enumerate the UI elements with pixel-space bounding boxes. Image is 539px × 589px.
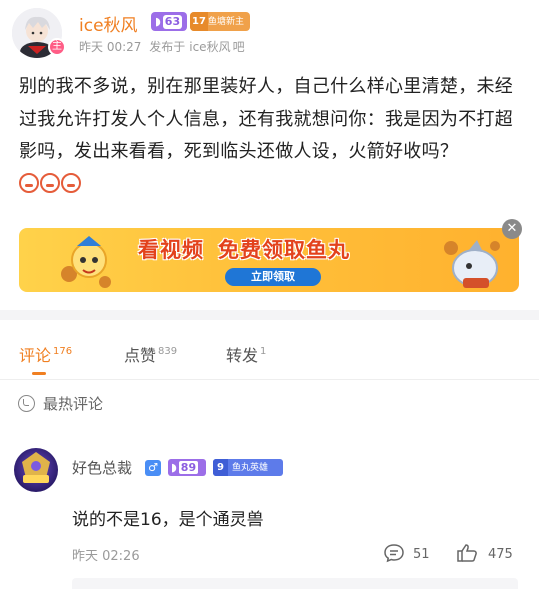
author-name[interactable]: ice秋风 [79, 11, 138, 36]
commenter-avatar-image [22, 452, 50, 483]
gender-male-icon: ♂ [145, 460, 161, 476]
banner-close-icon[interactable]: ✕ [502, 219, 522, 239]
post-header: 主 ice秋风 ◗ 63 17 鱼塘新主 昨天 00:27 发布于 ice秋风吧 [0, 0, 539, 62]
post-time: 昨天 00:27 [79, 40, 142, 54]
user-level: 63 [162, 15, 183, 29]
level-icon: ◗ [171, 461, 177, 474]
tab-count: 176 [53, 346, 73, 357]
tab-label: 转发 [226, 346, 259, 365]
emoji-icon [61, 172, 81, 193]
tabs-divider [0, 379, 539, 380]
tab-count: 839 [158, 346, 178, 357]
commenter-name[interactable]: 好色总裁 [72, 457, 132, 478]
fan-level: 17 [190, 12, 208, 31]
interaction-tabs: 评论 176 点赞 839 转发 1 [0, 330, 539, 380]
emoji-icon [40, 172, 60, 193]
tab-count: 1 [260, 346, 267, 357]
commenter-fan-badge[interactable]: 9 鱼丸英雄 [213, 459, 283, 476]
promo-banner[interactable]: 看视频 免费领取鱼丸 立即领取 [19, 228, 519, 292]
hot-icon [18, 395, 35, 412]
commenter-avatar[interactable] [14, 448, 58, 492]
emoji-group [19, 169, 82, 202]
banner-title-right: 免费领取鱼丸 [218, 238, 350, 262]
tab-label: 评论 [19, 346, 52, 365]
sub-replies-box[interactable] [72, 578, 518, 589]
post-content: 别的我不多说，别在那里装好人，自己什么样心里清楚，未经过我允许打发人个人信息，还… [19, 71, 524, 201]
tab-comments[interactable]: 评论 176 [19, 342, 72, 366]
user-level-badge: ◗ 63 [151, 12, 187, 31]
hot-comments-label: 最热评论 [43, 395, 104, 413]
active-tab-indicator [32, 372, 46, 375]
like-count: 475 [488, 547, 513, 562]
banner-title-left: 看视频 [138, 238, 204, 262]
commenter-level: 89 [178, 461, 199, 474]
posted-in-suffix: 吧 [232, 40, 245, 54]
tab-likes[interactable]: 点赞 839 [124, 342, 177, 366]
commenter-level-badge: ◗ 89 [168, 459, 206, 476]
comment-bubble-icon [384, 544, 404, 563]
fish-ball-mascot-icon [444, 240, 500, 288]
thumbs-up-icon [457, 544, 477, 562]
post-text: 别的我不多说，别在那里装好人，自己什么样心里清楚，未经过我允许打发人个人信息，还… [19, 76, 514, 162]
like-button[interactable]: 475 [456, 543, 513, 563]
banner-claim-button[interactable]: 立即领取 [225, 268, 321, 286]
posted-in-bar[interactable]: ice秋风 [189, 40, 230, 54]
mascot-icon [61, 236, 111, 288]
level-icon: ◗ [155, 15, 161, 28]
reply-count: 51 [413, 547, 430, 562]
commenter-fan-text: 鱼丸英雄 [232, 463, 269, 473]
fan-badge[interactable]: 17 鱼塘新主 [190, 12, 250, 31]
post-meta: 昨天 00:27 发布于 ice秋风吧 [79, 38, 249, 55]
posted-in-prefix: 发布于 [149, 40, 186, 54]
reply-button[interactable]: 51 [383, 543, 430, 563]
section-divider [0, 310, 539, 320]
commenter-fan-level: 9 [213, 459, 228, 476]
fan-badge-text: 鱼塘新主 [208, 17, 245, 27]
comment-time: 昨天 02:26 [72, 549, 140, 564]
owner-badge: 主 [48, 38, 66, 56]
tab-reposts[interactable]: 转发 1 [226, 342, 266, 366]
banner-title: 看视频 免费领取鱼丸 [138, 234, 350, 264]
hot-comments-header: 最热评论 [18, 393, 103, 415]
comment-text: 说的不是16，是个通灵兽 [72, 510, 264, 530]
tab-label: 点赞 [124, 346, 157, 365]
emoji-icon [19, 172, 39, 193]
